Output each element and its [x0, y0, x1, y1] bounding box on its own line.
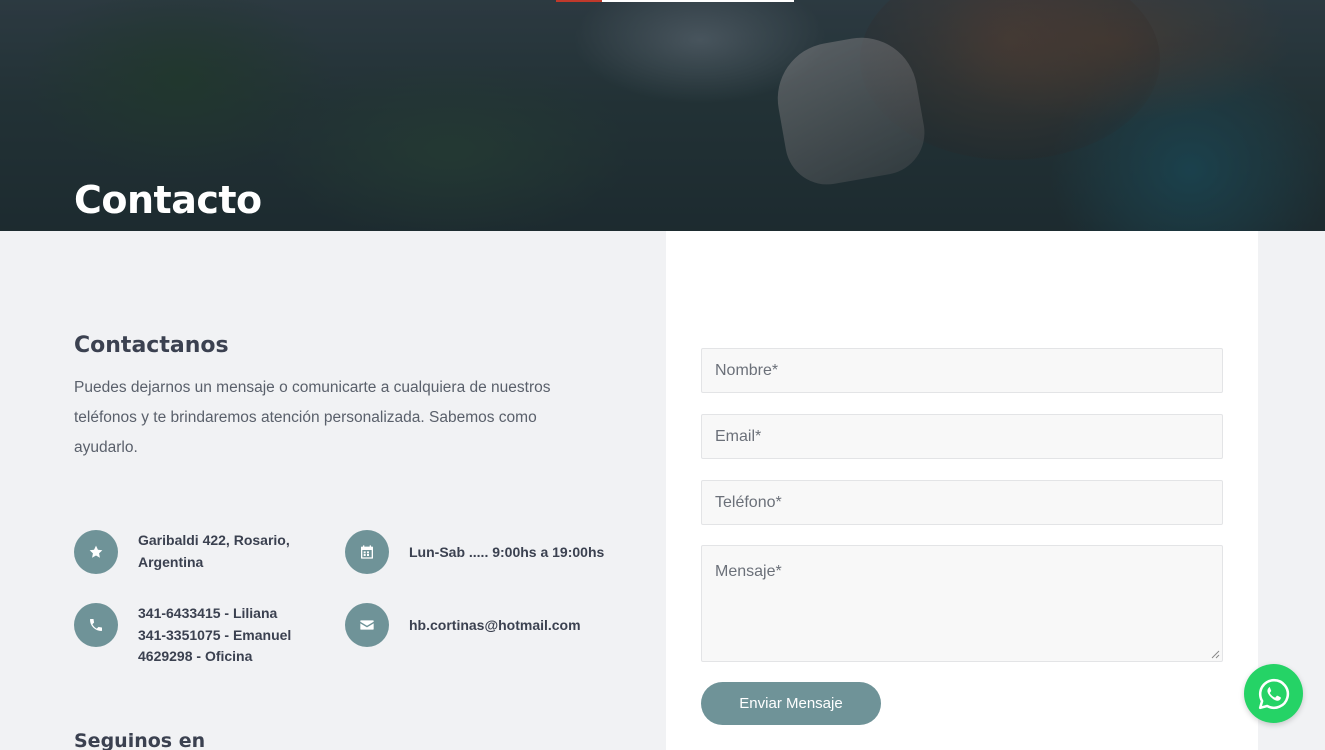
opening-hours: Lun-Sab ..... 9:00hs a 19:00hs [409, 544, 605, 560]
hours-item: Lun-Sab ..... 9:00hs a 19:00hs [345, 530, 604, 574]
email-input[interactable] [701, 414, 1223, 459]
page-title: Contacto [74, 178, 262, 222]
phone-liliana[interactable]: 341-6433415 - Liliana [138, 603, 291, 625]
whatsapp-button[interactable] [1244, 664, 1303, 723]
follow-heading: Seguinos en [74, 730, 206, 750]
message-textarea[interactable] [701, 545, 1223, 662]
hero-divider-line [602, 0, 794, 2]
phone-emanuel[interactable]: 341-3351075 - Emanuel [138, 625, 291, 647]
address-line-1: Garibaldi 422, Rosario, [138, 532, 290, 548]
contact-page: Contacto Contactanos Puedes dejarnos un … [0, 0, 1325, 750]
email-item: hb.cortinas@hotmail.com [345, 603, 581, 647]
send-message-button[interactable]: Enviar Mensaje [701, 682, 881, 725]
hero-banner: Contacto [0, 0, 1325, 231]
hero-accent-line [556, 0, 602, 2]
contact-form: Enviar Mensaje [666, 231, 1258, 750]
phone-item: 341-6433415 - Liliana 341-3351075 - Eman… [74, 603, 291, 668]
contact-info-section: Contactanos Puedes dejarnos un mensaje o… [0, 231, 666, 750]
phone-icon [74, 603, 118, 647]
name-input[interactable] [701, 348, 1223, 393]
star-icon [74, 530, 118, 574]
phone-input[interactable] [701, 480, 1223, 525]
email-link[interactable]: hb.cortinas@hotmail.com [409, 603, 581, 637]
calendar-icon [345, 530, 389, 574]
envelope-icon [345, 603, 389, 647]
contact-intro: Puedes dejarnos un mensaje o comunicarte… [74, 379, 551, 456]
phone-oficina[interactable]: 4629298 - Oficina [138, 646, 291, 668]
contact-heading: Contactanos [74, 333, 229, 358]
address-line-2: Argentina [138, 553, 204, 570]
whatsapp-icon [1258, 678, 1289, 709]
address-item: Garibaldi 422, Rosario, Argentina [74, 530, 290, 574]
resize-handle-icon[interactable] [1211, 650, 1220, 659]
